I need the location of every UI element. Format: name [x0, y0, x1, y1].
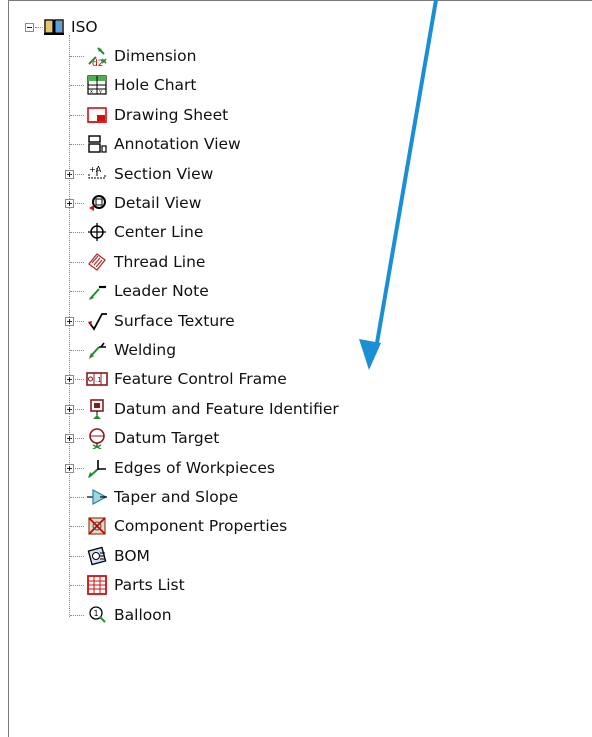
- section-view-icon: +A: [86, 163, 108, 185]
- tree-item-center-line[interactable]: Center Line: [86, 217, 203, 247]
- tree-item-thread-line[interactable]: Thread Line: [86, 247, 205, 277]
- datum-feature-identifier-icon: [86, 398, 108, 420]
- tree-guide-line: [70, 526, 84, 527]
- expand-toggle[interactable]: [65, 434, 74, 443]
- tree-item-label: Drawing Sheet: [114, 106, 229, 124]
- expand-toggle[interactable]: [65, 317, 74, 326]
- tree-item-section-view[interactable]: +A Section View: [86, 159, 213, 189]
- tree-item-label: Detail View: [114, 194, 202, 212]
- tree-item-bom[interactable]: BOM: [86, 541, 150, 571]
- tree-item-balloon[interactable]: 1 Balloon: [86, 600, 172, 630]
- tree-guide-line: [70, 232, 84, 233]
- thread-line-icon: [86, 251, 108, 273]
- tree-item-label: Edges of Workpieces: [114, 459, 275, 477]
- tree-guide-line: [69, 35, 70, 617]
- tree-item-label: Hole Chart: [114, 76, 197, 94]
- tree-guide-line: [35, 27, 43, 28]
- parts-list-icon: [86, 574, 108, 596]
- taper-slope-icon: [86, 486, 108, 508]
- expand-toggle[interactable]: [65, 375, 74, 384]
- expand-toggle[interactable]: [65, 464, 74, 473]
- tree-item-label: Datum and Feature Identifier: [114, 400, 339, 418]
- drawing-sheet-icon: [86, 104, 108, 126]
- tree-guide-line: [70, 615, 84, 616]
- tree-root-iso[interactable]: ISO: [43, 12, 98, 42]
- edges-of-workpieces-icon: [86, 457, 108, 479]
- tree-guide-line: [70, 56, 84, 57]
- component-properties-icon: [86, 515, 108, 537]
- svg-text:x: x: [90, 89, 93, 95]
- tree-item-label: Dimension: [114, 47, 197, 65]
- tree-item-label: Balloon: [114, 606, 172, 624]
- tree-item-drawing-sheet[interactable]: Drawing Sheet: [86, 100, 228, 130]
- tree-item-leader-note[interactable]: Leader Note: [86, 276, 209, 306]
- tree-guide-line: [70, 585, 84, 586]
- tree-item-component-properties[interactable]: Component Properties: [86, 511, 287, 541]
- tree-item-label: Feature Control Frame: [114, 370, 287, 388]
- tree-guide-line: [70, 497, 84, 498]
- tree-item-label: Surface Texture: [114, 312, 235, 330]
- tree-guide-line: [70, 262, 84, 263]
- bom-icon: [86, 545, 108, 567]
- tree-item-datum-and-feature-identifier[interactable]: Datum and Feature Identifier: [86, 394, 339, 424]
- svg-text:+A: +A: [89, 165, 102, 174]
- tree-guide-line: [70, 350, 84, 351]
- expand-toggle[interactable]: [65, 170, 74, 179]
- datum-target-icon: [86, 427, 108, 449]
- tree-guide-line: [70, 144, 84, 145]
- balloon-icon: 1: [86, 604, 108, 626]
- center-line-icon: [86, 221, 108, 243]
- collapse-toggle[interactable]: [25, 23, 34, 32]
- hole-chart-icon: xy: [86, 74, 108, 96]
- tree-item-label: Annotation View: [114, 135, 241, 153]
- tree-item-parts-list[interactable]: Parts List: [86, 570, 185, 600]
- tree-item-label: Component Properties: [114, 517, 288, 535]
- expand-toggle[interactable]: [65, 199, 74, 208]
- tree-item-dimension[interactable]: d2 Dimension: [86, 41, 196, 71]
- detail-view-icon: [86, 192, 108, 214]
- tree-root-label: ISO: [71, 18, 98, 36]
- tree-item-label: Center Line: [114, 223, 204, 241]
- svg-text:d2: d2: [92, 59, 103, 67]
- tree-item-annotation-view[interactable]: Annotation View: [86, 129, 241, 159]
- tree-guide-line: [70, 85, 84, 86]
- svg-text:y: y: [99, 89, 102, 95]
- tree-item-datum-target[interactable]: Datum Target: [86, 423, 219, 453]
- tree-item-label: Section View: [114, 165, 214, 183]
- tree-item-detail-view[interactable]: Detail View: [86, 188, 201, 218]
- expand-toggle[interactable]: [65, 405, 74, 414]
- annotation-view-icon: [86, 133, 108, 155]
- tree-item-label: Datum Target: [114, 429, 220, 447]
- svg-text:.1: .1: [95, 376, 102, 384]
- tree-guide-line: [70, 291, 84, 292]
- leader-note-icon: [86, 280, 108, 302]
- book-icon: [43, 16, 65, 38]
- tree-item-label: Taper and Slope: [114, 488, 239, 506]
- dimension-icon: d2: [86, 45, 108, 67]
- feature-control-frame-icon: .1: [86, 368, 108, 390]
- surface-texture-icon: [86, 310, 108, 332]
- tree-item-welding[interactable]: Welding: [86, 335, 176, 365]
- tree-guide-line: [70, 556, 84, 557]
- tree-item-label: Thread Line: [114, 253, 206, 271]
- tree-item-label: Leader Note: [114, 282, 209, 300]
- tree-item-edges-of-workpieces[interactable]: Edges of Workpieces: [86, 453, 275, 483]
- tree-item-taper-and-slope[interactable]: Taper and Slope: [86, 482, 238, 512]
- svg-text:1: 1: [94, 609, 99, 618]
- screenshot-canvas: ISO d2 Dimension x y Hole Chart Drawing Sheet…: [0, 0, 592, 737]
- tree-item-label: Welding: [114, 341, 177, 359]
- tree-item-surface-texture[interactable]: Surface Texture: [86, 306, 235, 336]
- tree-item-hole-chart[interactable]: x y Hole Chart: [86, 70, 197, 100]
- welding-icon: [86, 339, 108, 361]
- tree-item-feature-control-frame[interactable]: .1 Feature Control Frame: [86, 364, 287, 394]
- tree-guide-line: [70, 115, 84, 116]
- tree-item-label: Parts List: [114, 576, 185, 594]
- tree-panel: ISO d2 Dimension x y Hole Chart Drawing Sheet…: [8, 0, 592, 737]
- tree-item-label: BOM: [114, 547, 150, 565]
